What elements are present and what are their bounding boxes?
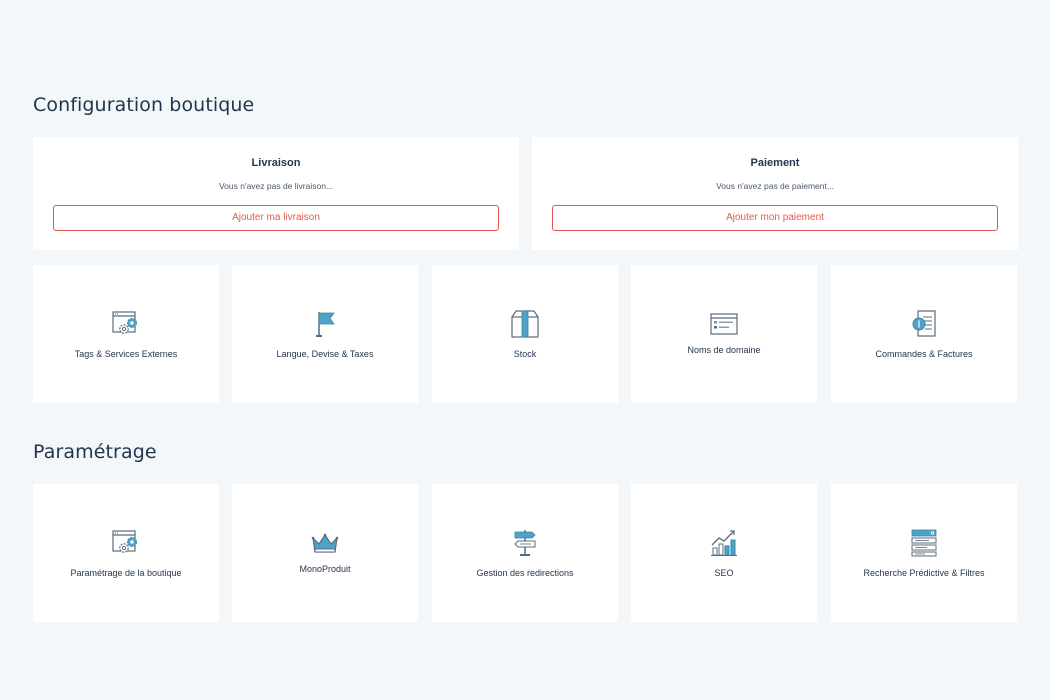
tile-noms-de-domaine[interactable]: Noms de domaine xyxy=(631,265,817,403)
tile-label: SEO xyxy=(714,568,734,578)
crown-icon xyxy=(310,528,340,558)
tile-label: Recherche Prédictive & Filtres xyxy=(863,568,985,578)
tile-seo[interactable]: SEO xyxy=(631,484,817,622)
window-gear-icon xyxy=(111,528,141,558)
tile-recherche-predictive[interactable]: Recherche Prédictive & Filtres xyxy=(831,484,1017,622)
tile-gestion-redirections[interactable]: Gestion des redirections xyxy=(432,484,618,622)
tile-label: Langue, Devise & Taxes xyxy=(276,349,374,359)
delivery-title: Livraison xyxy=(251,157,301,169)
tile-label: Gestion des redirections xyxy=(476,568,574,578)
tile-tags-services[interactable]: Tags & Services Externes xyxy=(33,265,219,403)
tile-langue-devise-taxes[interactable]: Langue, Devise & Taxes xyxy=(232,265,418,403)
box-icon xyxy=(510,309,540,339)
tile-label: Tags & Services Externes xyxy=(74,349,178,359)
payment-subtitle: Vous n'avez pas de paiement... xyxy=(716,181,834,191)
add-payment-button[interactable]: Ajouter mon paiement xyxy=(552,205,998,231)
growth-chart-icon xyxy=(709,528,739,558)
signpost-icon xyxy=(510,528,540,558)
tile-label: MonoProduit xyxy=(299,564,351,574)
tile-label: Commandes & Factures xyxy=(875,349,973,359)
invoice-coin-icon xyxy=(909,309,939,339)
delivery-subtitle: Vous n'avez pas de livraison... xyxy=(218,181,334,191)
tile-stock[interactable]: Stock xyxy=(432,265,618,403)
search-filter-list-icon xyxy=(909,528,939,558)
payment-title: Paiement xyxy=(750,157,800,169)
flag-icon xyxy=(310,309,340,339)
tile-label: Paramétrage de la boutique xyxy=(70,568,182,578)
payment-card: Paiement Vous n'avez pas de paiement... … xyxy=(532,137,1018,250)
section-title-parametrage: Paramétrage xyxy=(33,441,157,463)
window-gear-icon xyxy=(111,309,141,339)
tile-parametrage-boutique[interactable]: Paramétrage de la boutique xyxy=(33,484,219,622)
browser-window-icon xyxy=(709,309,739,339)
add-delivery-button[interactable]: Ajouter ma livraison xyxy=(53,205,499,231)
section-title-configuration: Configuration boutique xyxy=(33,94,255,116)
tile-monoproduit[interactable]: MonoProduit xyxy=(232,484,418,622)
tile-label: Noms de domaine xyxy=(687,345,761,355)
tile-commandes-factures[interactable]: Commandes & Factures xyxy=(831,265,1017,403)
delivery-card: Livraison Vous n'avez pas de livraison..… xyxy=(33,137,519,250)
tile-label: Stock xyxy=(513,349,537,359)
